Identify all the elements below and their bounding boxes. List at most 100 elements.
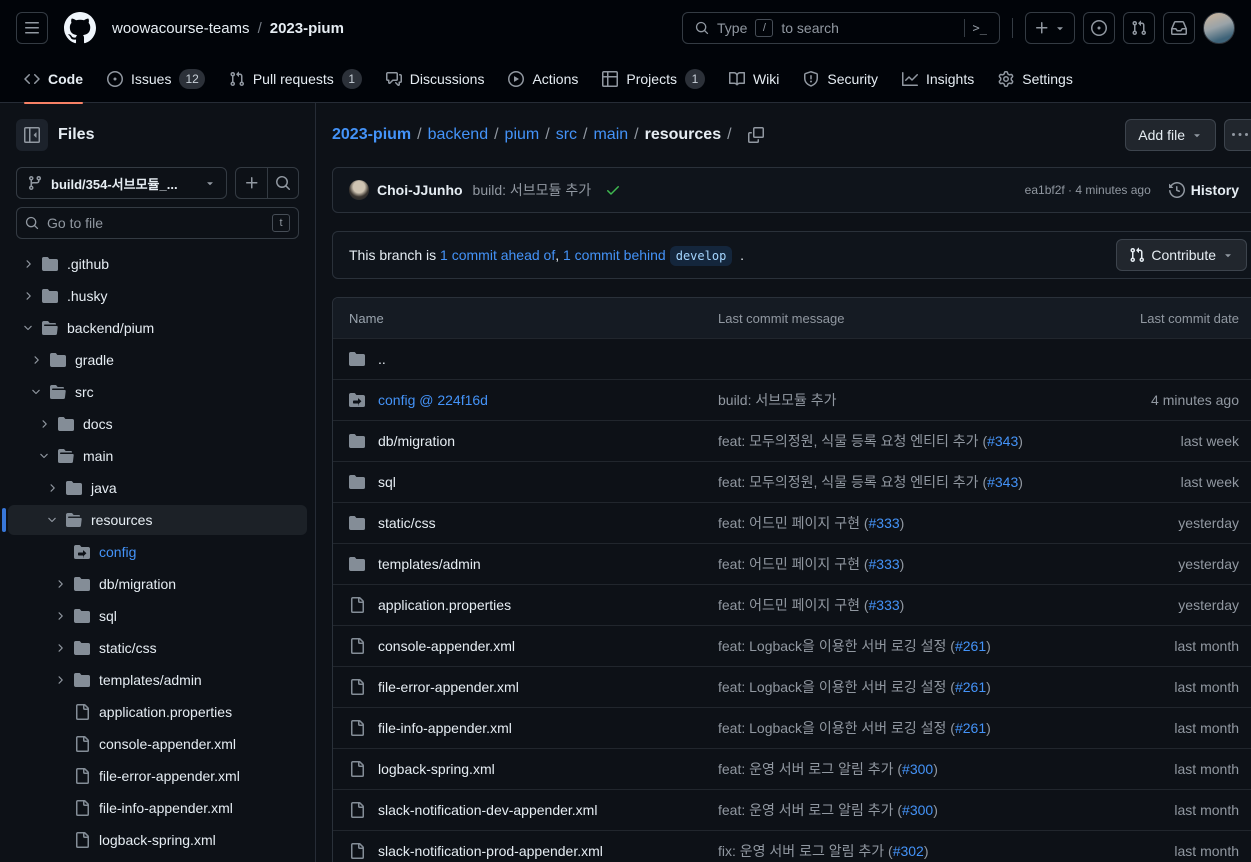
hamburger-menu-button[interactable] [16, 12, 48, 44]
issue-link[interactable]: #261 [955, 638, 986, 654]
add-file-button[interactable]: Add file [1125, 119, 1216, 151]
table-row-file-info-appender[interactable]: file-info-appender.xml feat: Logback을 이용… [333, 707, 1251, 748]
user-avatar[interactable] [1203, 12, 1235, 44]
tree-item-templates-admin[interactable]: templates/admin [8, 665, 307, 695]
tree-chevron-icon[interactable] [22, 258, 42, 270]
tree-item-src[interactable]: src [8, 377, 307, 407]
tree-item-file-info-appender[interactable]: file-info-appender.xml [8, 793, 307, 823]
file-name-link[interactable]: application.properties [378, 597, 511, 613]
row-commit-message-link[interactable]: feat: Logback을 이용한 서버 로깅 설정 ( [718, 679, 955, 695]
tree-item-console-appender[interactable]: console-appender.xml [8, 729, 307, 759]
commit-message-link[interactable]: build: 서브모듈 추가 [473, 180, 592, 200]
issue-link[interactable]: #343 [987, 433, 1018, 449]
file-name-link[interactable]: slack-notification-prod-appender.xml [378, 843, 603, 859]
branch-selector[interactable]: build/354-서브모듈_... [16, 167, 227, 199]
file-name-link[interactable]: sql [378, 474, 396, 490]
github-logo[interactable] [64, 12, 96, 44]
contribute-button[interactable]: Contribute [1116, 239, 1247, 271]
file-name-link[interactable]: slack-notification-dev-appender.xml [378, 802, 597, 818]
command-palette-icon[interactable]: >_ [973, 21, 987, 35]
file-name-link[interactable]: static/css [378, 515, 436, 531]
tree-chevron-icon[interactable] [46, 482, 66, 494]
row-commit-message-link[interactable]: feat: 운영 서버 로그 알림 추가 ( [718, 761, 902, 777]
issue-link[interactable]: #261 [955, 679, 986, 695]
committer-avatar[interactable] [349, 180, 369, 200]
collapse-sidebar-button[interactable] [16, 119, 48, 151]
tab-issues[interactable]: Issues 12 [99, 56, 213, 103]
issue-link[interactable]: #333 [869, 515, 900, 531]
history-button[interactable]: History [1169, 182, 1239, 198]
tree-chevron-icon[interactable] [54, 642, 74, 654]
file-name-link[interactable]: console-appender.xml [378, 638, 515, 654]
table-row-db-migration[interactable]: db/migration feat: 모두의정원, 식물 등록 요청 엔티티 추… [333, 420, 1251, 461]
tab-insights[interactable]: Insights [894, 56, 982, 103]
issue-link[interactable]: #300 [902, 802, 933, 818]
column-header-name[interactable]: Name [333, 311, 718, 326]
file-name-link[interactable]: file-error-appender.xml [378, 679, 519, 695]
table-row-console-appender[interactable]: console-appender.xml feat: Logback을 이용한 … [333, 625, 1251, 666]
row-commit-message-link[interactable]: feat: 운영 서버 로그 알림 추가 ( [718, 802, 902, 818]
tab-actions[interactable]: Actions [500, 56, 586, 103]
table-row-static-css[interactable]: static/css feat: 어드민 페이지 구현 (#333) yeste… [333, 502, 1251, 543]
table-row-slack-notification-dev[interactable]: slack-notification-dev-appender.xml feat… [333, 789, 1251, 830]
table-row-file-error-appender[interactable]: file-error-appender.xml feat: Logback을 이… [333, 666, 1251, 707]
go-to-file-field[interactable]: t [16, 207, 299, 239]
tree-item-husky[interactable]: .husky [8, 281, 307, 311]
tree-item-backend-pium[interactable]: backend/pium [8, 313, 307, 343]
search-this-repo-button[interactable] [267, 168, 298, 198]
file-name-link[interactable]: file-info-appender.xml [378, 720, 512, 736]
commit-sha-time[interactable]: ea1bf2f · 4 minutes ago [1025, 183, 1151, 197]
commit-author[interactable]: Choi-JJunho [377, 182, 463, 198]
row-commit-message-link[interactable]: feat: Logback을 이용한 서버 로깅 설정 ( [718, 638, 955, 654]
file-name-link[interactable]: db/migration [378, 433, 455, 449]
issue-link[interactable]: #333 [869, 597, 900, 613]
tree-item-gradle[interactable]: gradle [8, 345, 307, 375]
row-commit-message-link[interactable]: feat: 모두의정원, 식물 등록 요청 엔티티 추가 ( [718, 474, 987, 490]
tree-chevron-icon[interactable] [46, 514, 66, 526]
file-name-link[interactable]: config @ 224f16d [378, 392, 488, 408]
table-row-templates-admin[interactable]: templates/admin feat: 어드민 페이지 구현 (#333) … [333, 543, 1251, 584]
tree-chevron-icon[interactable] [38, 450, 58, 462]
table-row-application-properties[interactable]: application.properties feat: 어드민 페이지 구현 … [333, 584, 1251, 625]
issue-link[interactable]: #302 [893, 843, 924, 859]
new-file-button[interactable] [236, 168, 267, 198]
table-row-slack-notification-prod[interactable]: slack-notification-prod-appender.xml fix… [333, 830, 1251, 862]
issue-link[interactable]: #261 [955, 720, 986, 736]
go-to-file-input[interactable] [47, 215, 264, 231]
tab-code[interactable]: Code [16, 56, 91, 103]
tree-item-github[interactable]: .github [8, 249, 307, 279]
tree-item-application-properties[interactable]: application.properties [8, 697, 307, 727]
tree-item-resources[interactable]: resources [8, 505, 307, 535]
file-name-link[interactable]: logback-spring.xml [378, 761, 495, 777]
table-row-sql[interactable]: sql feat: 모두의정원, 식물 등록 요청 엔티티 추가 (#343) … [333, 461, 1251, 502]
file-name-link[interactable]: .. [378, 351, 386, 367]
tree-item-logback-spring[interactable]: logback-spring.xml [8, 825, 307, 855]
repo-link[interactable]: 2023-pium [270, 20, 344, 37]
table-row-config[interactable]: config @ 224f16d build: 서브모듈 추가 4 minute… [333, 379, 1251, 420]
tab-wiki[interactable]: Wiki [721, 56, 787, 103]
tab-projects[interactable]: Projects 1 [594, 56, 713, 103]
row-commit-message-link[interactable]: feat: 어드민 페이지 구현 ( [718, 556, 869, 572]
tab-security[interactable]: Security [795, 56, 886, 103]
inbox-button[interactable] [1163, 12, 1195, 44]
tree-item-docs[interactable]: docs [8, 409, 307, 439]
tree-item-file-error-appender[interactable]: file-error-appender.xml [8, 761, 307, 791]
table-row-logback-spring[interactable]: logback-spring.xml feat: 운영 서버 로그 알림 추가 … [333, 748, 1251, 789]
tree-item-db-migration[interactable]: db/migration [8, 569, 307, 599]
tab-settings[interactable]: Settings [990, 56, 1081, 103]
org-link[interactable]: woowacourse-teams [112, 20, 250, 37]
issue-link[interactable]: #343 [987, 474, 1018, 490]
checks-status-icon[interactable] [605, 182, 621, 198]
tree-chevron-icon[interactable] [22, 290, 42, 302]
copy-path-button[interactable] [742, 121, 770, 149]
tab-pull-requests[interactable]: Pull requests 1 [221, 56, 370, 103]
tree-item-sql[interactable]: sql [8, 601, 307, 631]
create-new-button[interactable] [1025, 12, 1075, 44]
tree-item-config[interactable]: config [8, 537, 307, 567]
file-name-link[interactable]: templates/admin [378, 556, 481, 572]
row-commit-message-link[interactable]: feat: 모두의정원, 식물 등록 요청 엔티티 추가 ( [718, 433, 987, 449]
tree-item-main[interactable]: main [8, 441, 307, 471]
more-options-button[interactable] [1224, 119, 1251, 151]
issue-link[interactable]: #300 [902, 761, 933, 777]
tab-discussions[interactable]: Discussions [378, 56, 493, 103]
